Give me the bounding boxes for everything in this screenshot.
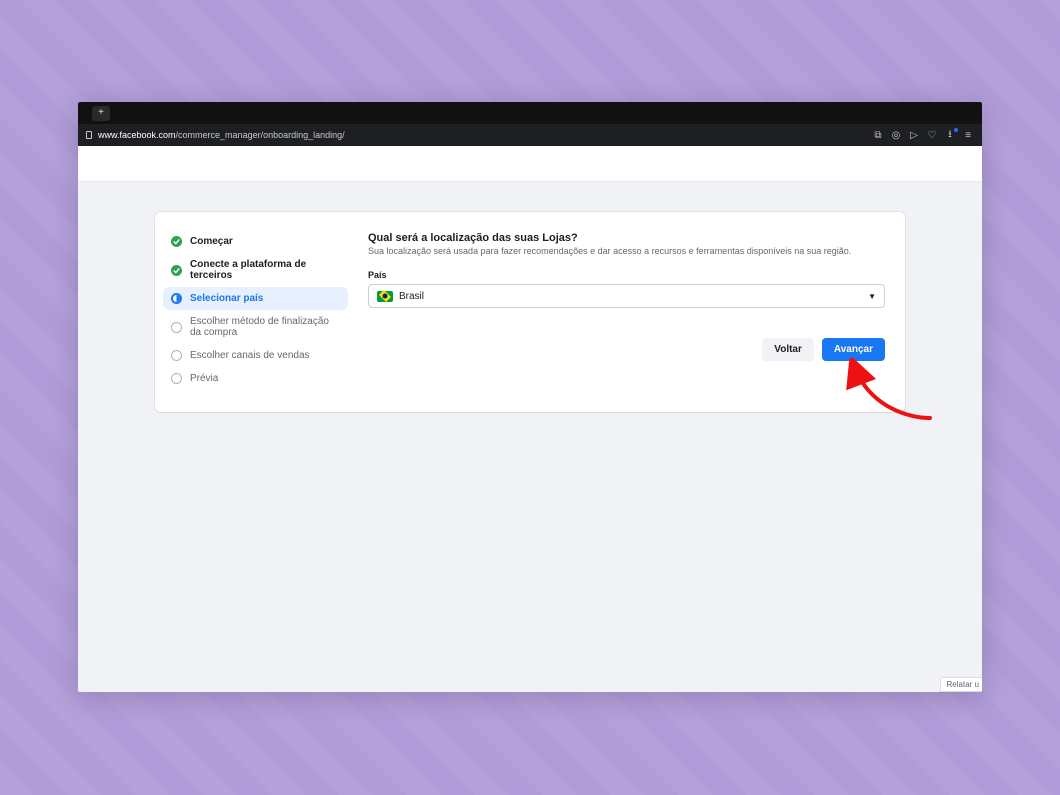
back-button[interactable]: Voltar [762, 338, 814, 361]
page-title: Qual será a localização das suas Lojas? [368, 232, 885, 244]
browser-window: + www.facebook.com/commerce_manager/onbo… [78, 102, 982, 692]
step-label: Selecionar país [190, 293, 263, 304]
address-bar[interactable]: www.facebook.com/commerce_manager/onboar… [78, 124, 982, 146]
feedback-tab[interactable]: Relatar u [940, 677, 982, 692]
url-domain: www.facebook.com [98, 130, 176, 140]
next-button[interactable]: Avançar [822, 338, 885, 361]
heart-icon[interactable]: ♡ [926, 129, 938, 141]
checkmark-icon [171, 236, 182, 247]
page-body: Começar Conecte a plataforma de terceiro… [78, 182, 982, 412]
brazil-flag-icon [377, 291, 393, 302]
country-select[interactable]: Brasil ▼ [368, 284, 885, 308]
action-row: Voltar Avançar [368, 338, 885, 361]
country-label: País [368, 270, 885, 280]
step-previa[interactable]: Prévia [163, 367, 348, 390]
download-icon[interactable]: ⭳ [944, 129, 956, 141]
progress-icon [171, 293, 182, 304]
lock-icon [86, 131, 92, 139]
step-conecte-plataforma[interactable]: Conecte a plataforma de terceiros [163, 253, 348, 287]
step-label: Começar [190, 236, 233, 247]
step-finalizacao-compra[interactable]: Escolher método de finalização da compra [163, 310, 348, 344]
circle-icon [171, 373, 182, 384]
country-value: Brasil [399, 291, 868, 302]
page-header [78, 146, 982, 182]
camera-icon[interactable]: ◎ [890, 129, 902, 141]
checkmark-icon [171, 265, 182, 276]
onboarding-card: Começar Conecte a plataforma de terceiro… [155, 212, 905, 412]
page-subtitle: Sua localização será usada para fazer re… [368, 246, 885, 256]
url-text: www.facebook.com/commerce_manager/onboar… [98, 130, 345, 140]
step-selecionar-pais[interactable]: Selecionar país [163, 287, 348, 310]
browser-tab-bar: + [78, 102, 982, 124]
chevron-down-icon: ▼ [868, 292, 876, 301]
step-label: Prévia [190, 373, 218, 384]
step-label: Conecte a plataforma de terceiros [190, 259, 340, 281]
circle-icon [171, 322, 182, 333]
step-canais-vendas[interactable]: Escolher canais de vendas [163, 344, 348, 367]
step-label: Escolher método de finalização da compra [190, 316, 340, 338]
circle-icon [171, 350, 182, 361]
new-tab-button[interactable]: + [92, 106, 110, 121]
step-comecar[interactable]: Começar [163, 230, 348, 253]
send-icon[interactable]: ▷ [908, 129, 920, 141]
step-label: Escolher canais de vendas [190, 350, 310, 361]
main-content: Qual será a localização das suas Lojas? … [368, 230, 885, 390]
plus-icon: + [98, 108, 104, 118]
url-path: /commerce_manager/onboarding_landing/ [176, 130, 345, 140]
step-list: Começar Conecte a plataforma de terceiro… [163, 230, 348, 390]
save-page-icon[interactable]: ⧉ [872, 129, 884, 141]
menu-icon[interactable]: ≡ [962, 129, 974, 141]
